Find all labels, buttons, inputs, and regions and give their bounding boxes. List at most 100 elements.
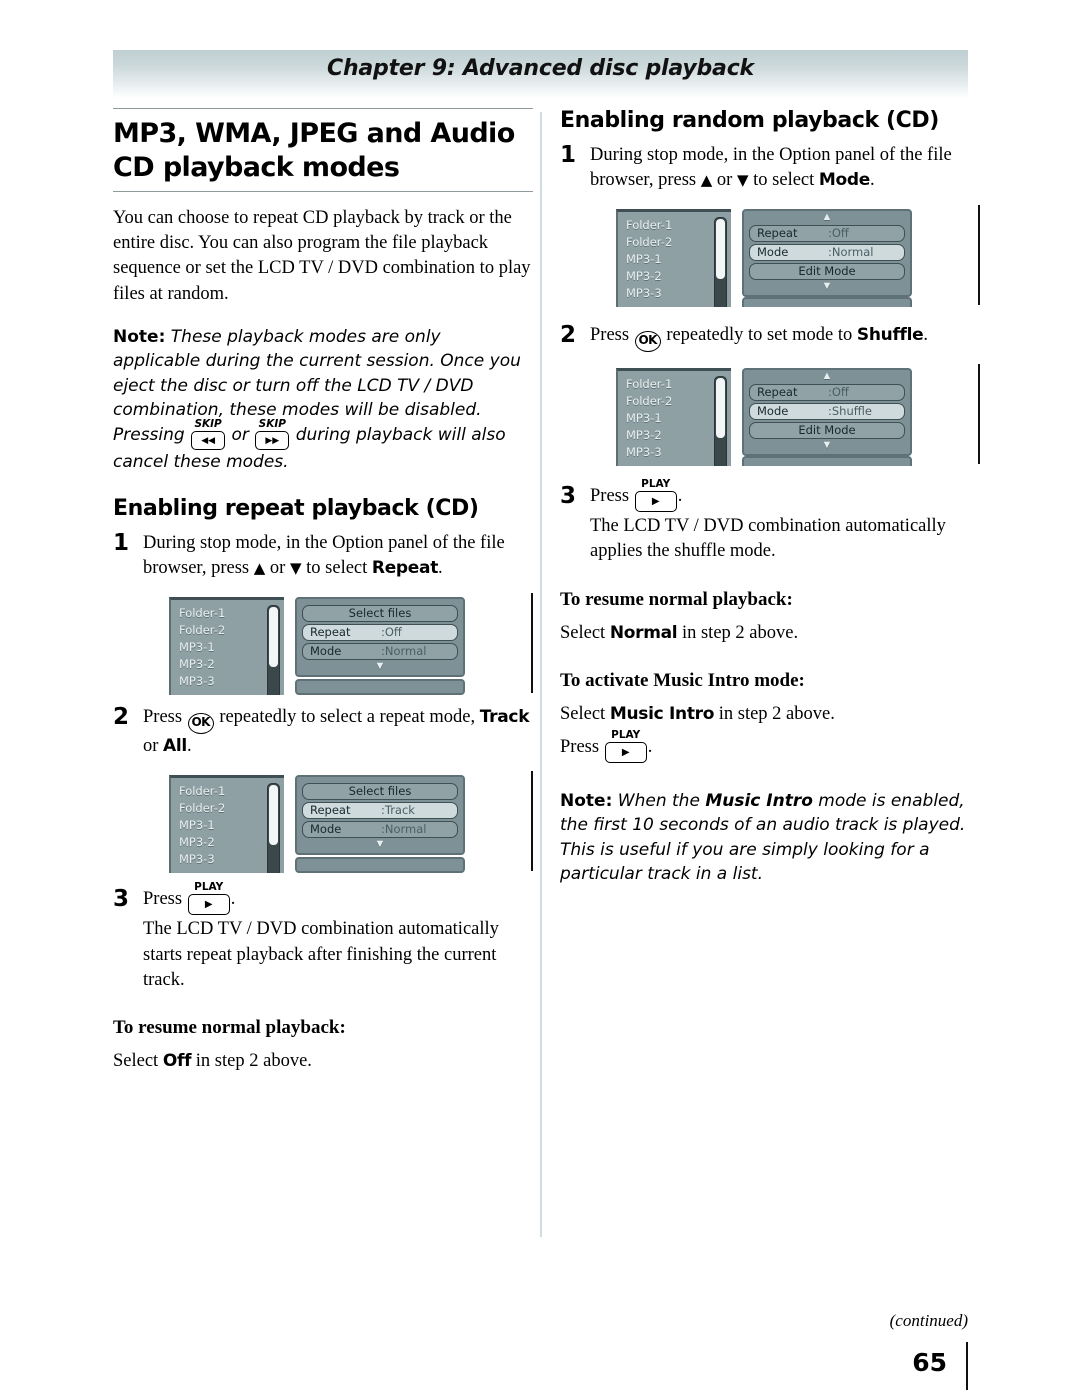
music-intro-press-line: Press PLAY ▶ .	[560, 730, 980, 763]
skip-previous-glyph-icon: ◀◀	[201, 435, 216, 446]
repeat-row-3[interactable]: Repeat :Off	[749, 225, 905, 243]
right-column: Enabling random playback (CD) 1 During s…	[560, 108, 980, 893]
step-2-period: .	[186, 736, 192, 757]
title-rule-bottom	[113, 191, 533, 193]
scroll-down-arrow-icon-2[interactable]: ▼	[302, 839, 458, 850]
screen-edge-1	[531, 593, 533, 694]
edit-mode-label-4: Edit Mode	[798, 423, 856, 438]
continued-label: (continued)	[889, 1311, 968, 1330]
page-title: MP3, WMA, JPEG and Audio CD playback mod…	[113, 118, 515, 184]
arrow-up-icon: ▲	[253, 559, 266, 578]
section-heading-repeat: Enabling repeat playback (CD)	[113, 496, 479, 521]
music-intro-press-period: .	[647, 736, 653, 757]
mode-row-2[interactable]: Mode :Normal	[302, 821, 458, 839]
mode-label-4: Mode	[757, 404, 789, 419]
screen-illustration-repeat-off: Folder-1 Folder-2 MP3-1 MP3-2 MP3-3 Sele…	[113, 593, 533, 696]
step-2-body-right: Press OK repeatedly to set mode to Shuff…	[590, 323, 980, 353]
page-number: 65	[912, 1348, 947, 1377]
scroll-down-arrow-icon-1[interactable]: ▼	[302, 661, 458, 672]
edit-mode-row-3[interactable]: Edit Mode	[749, 263, 905, 281]
file-browser-list-2: Folder-1 Folder-2 MP3-1 MP3-2 MP3-3	[169, 775, 284, 874]
scrollbar-thumb-2[interactable]	[269, 785, 278, 846]
mode-row-3[interactable]: Mode :Normal	[749, 244, 905, 262]
scroll-up-arrow-icon-4[interactable]: ▲	[749, 371, 905, 382]
step-1-text-b-right: to select	[753, 170, 815, 191]
mode-value-2: :Normal	[381, 822, 427, 837]
edit-mode-row-4[interactable]: Edit Mode	[749, 422, 905, 440]
title-rule-top	[113, 108, 533, 109]
mode-row-1[interactable]: Mode :Normal	[302, 643, 458, 661]
scroll-down-arrow-icon-4[interactable]: ▼	[749, 440, 905, 451]
step-2-number-right: 2	[560, 322, 577, 349]
screen-edge-3	[978, 205, 980, 306]
select-files-row-1[interactable]: Select files	[302, 605, 458, 623]
music-intro-heading: To activate Music Intro mode:	[560, 669, 805, 691]
arrow-down-icon: ▼	[289, 559, 302, 578]
step-3-period: .	[230, 889, 236, 910]
scrollbar-thumb-3[interactable]	[716, 219, 725, 280]
step-2-random: 2 Press OK repeatedly to set mode to Shu…	[560, 322, 980, 353]
scrollbar-thumb-1[interactable]	[269, 607, 278, 668]
step-3-random: 3 Press PLAY ▶ . The LCD TV / DVD combin…	[560, 479, 980, 564]
mode-row-4[interactable]: Mode :Shuffle	[749, 403, 905, 421]
resume-text-right: Select Normal in step 2 above.	[560, 621, 980, 646]
step-1-body: During stop mode, in the Option panel of…	[143, 531, 533, 581]
resume-text-left: Select Off in step 2 above.	[113, 1049, 533, 1074]
step-1-period: .	[438, 558, 443, 579]
scroll-up-arrow-icon-3[interactable]: ▲	[749, 212, 905, 223]
step-2-period-right: .	[923, 325, 929, 346]
music-intro-text-a: Select	[560, 703, 606, 724]
scrollbar-thumb-4[interactable]	[716, 378, 725, 439]
screen-edge-4	[978, 364, 980, 465]
repeat-row-4[interactable]: Repeat :Off	[749, 384, 905, 402]
section-heading-random: Enabling random playback (CD)	[560, 108, 939, 133]
scrollbar-2[interactable]	[267, 783, 280, 874]
step-3-number-right: 3	[560, 483, 577, 510]
step-3-repeat: 3 Press PLAY ▶ . The LCD TV / DVD combin…	[113, 882, 533, 992]
file-browser-list-1: Folder-1 Folder-2 MP3-1 MP3-2 MP3-3	[169, 597, 284, 696]
select-files-row-2[interactable]: Select files	[302, 783, 458, 801]
resume-text-b-right: in step 2 above.	[681, 622, 799, 643]
scrollbar-1[interactable]	[267, 605, 280, 696]
manual-page: Chapter 9: Advanced disc playback MP3, W…	[0, 0, 1080, 1397]
step-2-target-1: Track	[479, 707, 530, 728]
resume-heading-right: To resume normal playback:	[560, 588, 793, 610]
resume-text-a-left: Select	[113, 1050, 159, 1071]
ok-button-icon-right: OK	[634, 331, 661, 353]
mode-value-4: :Shuffle	[828, 404, 872, 419]
note-music-intro: Note: When the Music Intro mode is enabl…	[560, 789, 980, 887]
arrow-up-icon-right: ▲	[700, 171, 713, 190]
skip-caption-2: SKIP	[258, 417, 286, 430]
step-2-target-2: All	[163, 736, 187, 757]
note-playback-modes: Note: These playback modes are only appl…	[113, 325, 533, 474]
left-column: MP3, WMA, JPEG and Audio CD playback mod…	[113, 108, 533, 1076]
option-panel-3: ▲ Repeat :Off Mode :Normal Edit Mode ▼	[742, 209, 912, 298]
step-3-press-right: Press	[590, 486, 630, 507]
note-part1-right: When the	[617, 790, 700, 811]
resume-heading-left: To resume normal playback:	[113, 1016, 346, 1038]
resume-target-right: Normal	[609, 622, 678, 643]
note-bold-right: Music Intro	[705, 790, 813, 811]
step-1-or: or	[269, 558, 286, 579]
play-glyph-icon-music-intro: ▶	[621, 746, 630, 758]
music-intro-text-b: in step 2 above.	[718, 703, 835, 724]
scroll-down-arrow-icon-3[interactable]: ▼	[749, 281, 905, 292]
intro-paragraph: You can choose to repeat CD playback by …	[113, 208, 531, 304]
scrollbar-4[interactable]	[714, 376, 727, 467]
step-2-text-a: Press	[143, 707, 183, 728]
repeat-label-3: Repeat	[757, 226, 798, 241]
scrollbar-3[interactable]	[714, 217, 727, 308]
repeat-row-2[interactable]: Repeat :Track	[302, 802, 458, 820]
step-3-text: The LCD TV / DVD combination automatical…	[143, 919, 499, 990]
step-1-number: 1	[113, 530, 130, 556]
play-glyph-icon: ▶	[204, 899, 213, 911]
step-3-number: 3	[113, 886, 130, 913]
play-glyph-icon-right: ▶	[651, 496, 660, 508]
music-intro-target: Music Intro	[609, 703, 715, 724]
select-files-label-2: Select files	[348, 784, 412, 799]
play-button-icon-music-intro: PLAY ▶	[604, 730, 647, 763]
repeat-value-4: :Off	[828, 385, 849, 400]
mode-label-2: Mode	[310, 822, 342, 837]
column-divider	[540, 112, 542, 1237]
repeat-row-1[interactable]: Repeat :Off	[302, 624, 458, 642]
